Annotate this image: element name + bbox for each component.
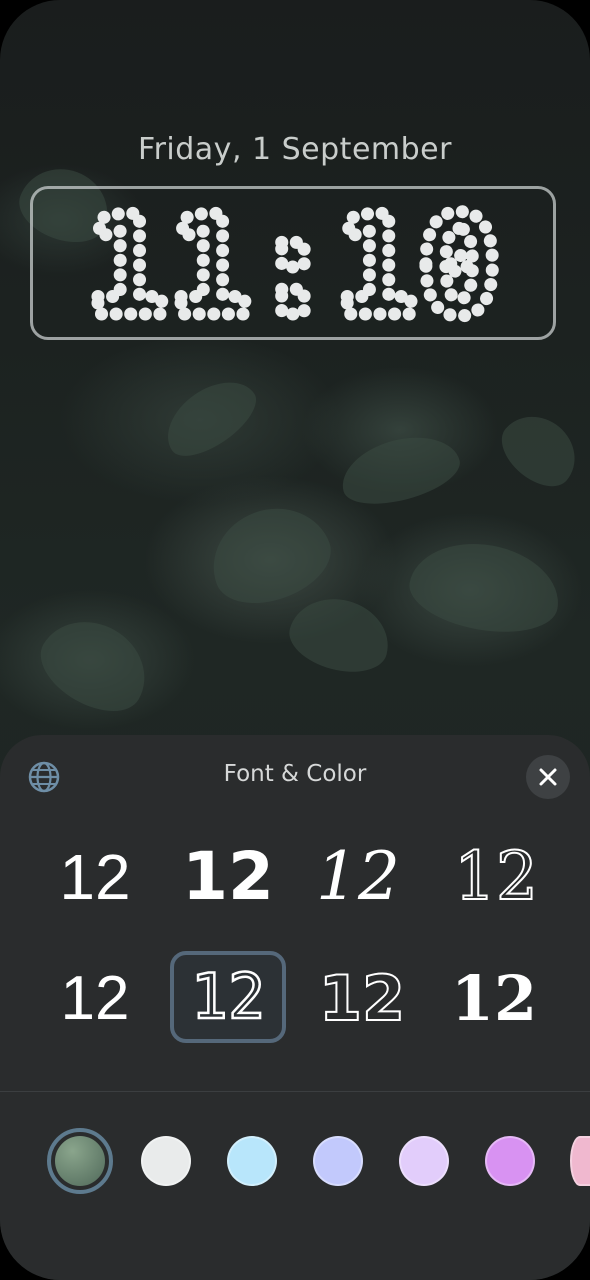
color-swatch-light-blue[interactable] — [227, 1136, 277, 1186]
font-option-label: 12 — [453, 838, 539, 915]
color-swatch-lavender[interactable] — [399, 1136, 449, 1186]
font-option-label: 12 — [318, 962, 406, 1035]
font-option-cracked[interactable]: 12 — [304, 953, 420, 1045]
wallpaper-leaf — [490, 401, 590, 499]
lock-time: 11:10 — [85, 186, 500, 340]
font-option-drip[interactable]: 12 — [170, 831, 286, 923]
font-option-dotted[interactable]: 12 — [170, 951, 286, 1043]
color-swatch-periwinkle[interactable] — [313, 1136, 363, 1186]
lock-screen: Friday, 1 September 11:10 Font & Color 1… — [0, 0, 590, 1280]
font-option-stencil[interactable]: 12 — [436, 953, 552, 1045]
wallpaper-leaf — [153, 366, 267, 469]
lock-clock: 11:10 — [79, 186, 507, 340]
close-icon — [539, 768, 557, 786]
divider — [0, 1091, 590, 1092]
font-option-outline[interactable]: 12 — [438, 831, 554, 923]
font-options-grid: 12 12 12 12 12 12 12 12 — [0, 825, 590, 1075]
wallpaper-leaf — [27, 602, 163, 728]
sheet-title: Font & Color — [223, 761, 367, 787]
font-option-label: 12 — [59, 841, 131, 913]
font-color-sheet: Font & Color 12 12 12 12 12 12 12 12 — [0, 735, 590, 1280]
wallpaper-leaf — [282, 588, 398, 682]
font-option-rounded[interactable]: 12 — [37, 831, 153, 923]
wallpaper-leaf — [334, 425, 466, 515]
wallpaper-leaf — [198, 492, 342, 618]
font-option-label: 12 — [60, 964, 130, 1033]
font-option-label: 12 — [450, 962, 538, 1035]
font-option-label: 12 — [182, 838, 274, 915]
wallpaper-leaf — [403, 532, 567, 643]
lock-date: Friday, 1 September — [138, 132, 452, 167]
close-button[interactable] — [526, 755, 570, 799]
color-swatch-violet[interactable] — [485, 1136, 535, 1186]
font-option-label: 12 — [316, 838, 400, 915]
font-option-brush[interactable]: 12 — [300, 831, 416, 923]
color-swatch-pink[interactable] — [570, 1136, 590, 1186]
color-swatch-wallpaper[interactable] — [55, 1136, 105, 1186]
font-option-rounded-narrow[interactable]: 12 — [37, 953, 153, 1045]
color-swatch-white[interactable] — [141, 1136, 191, 1186]
font-option-label: 12 — [189, 960, 266, 1033]
